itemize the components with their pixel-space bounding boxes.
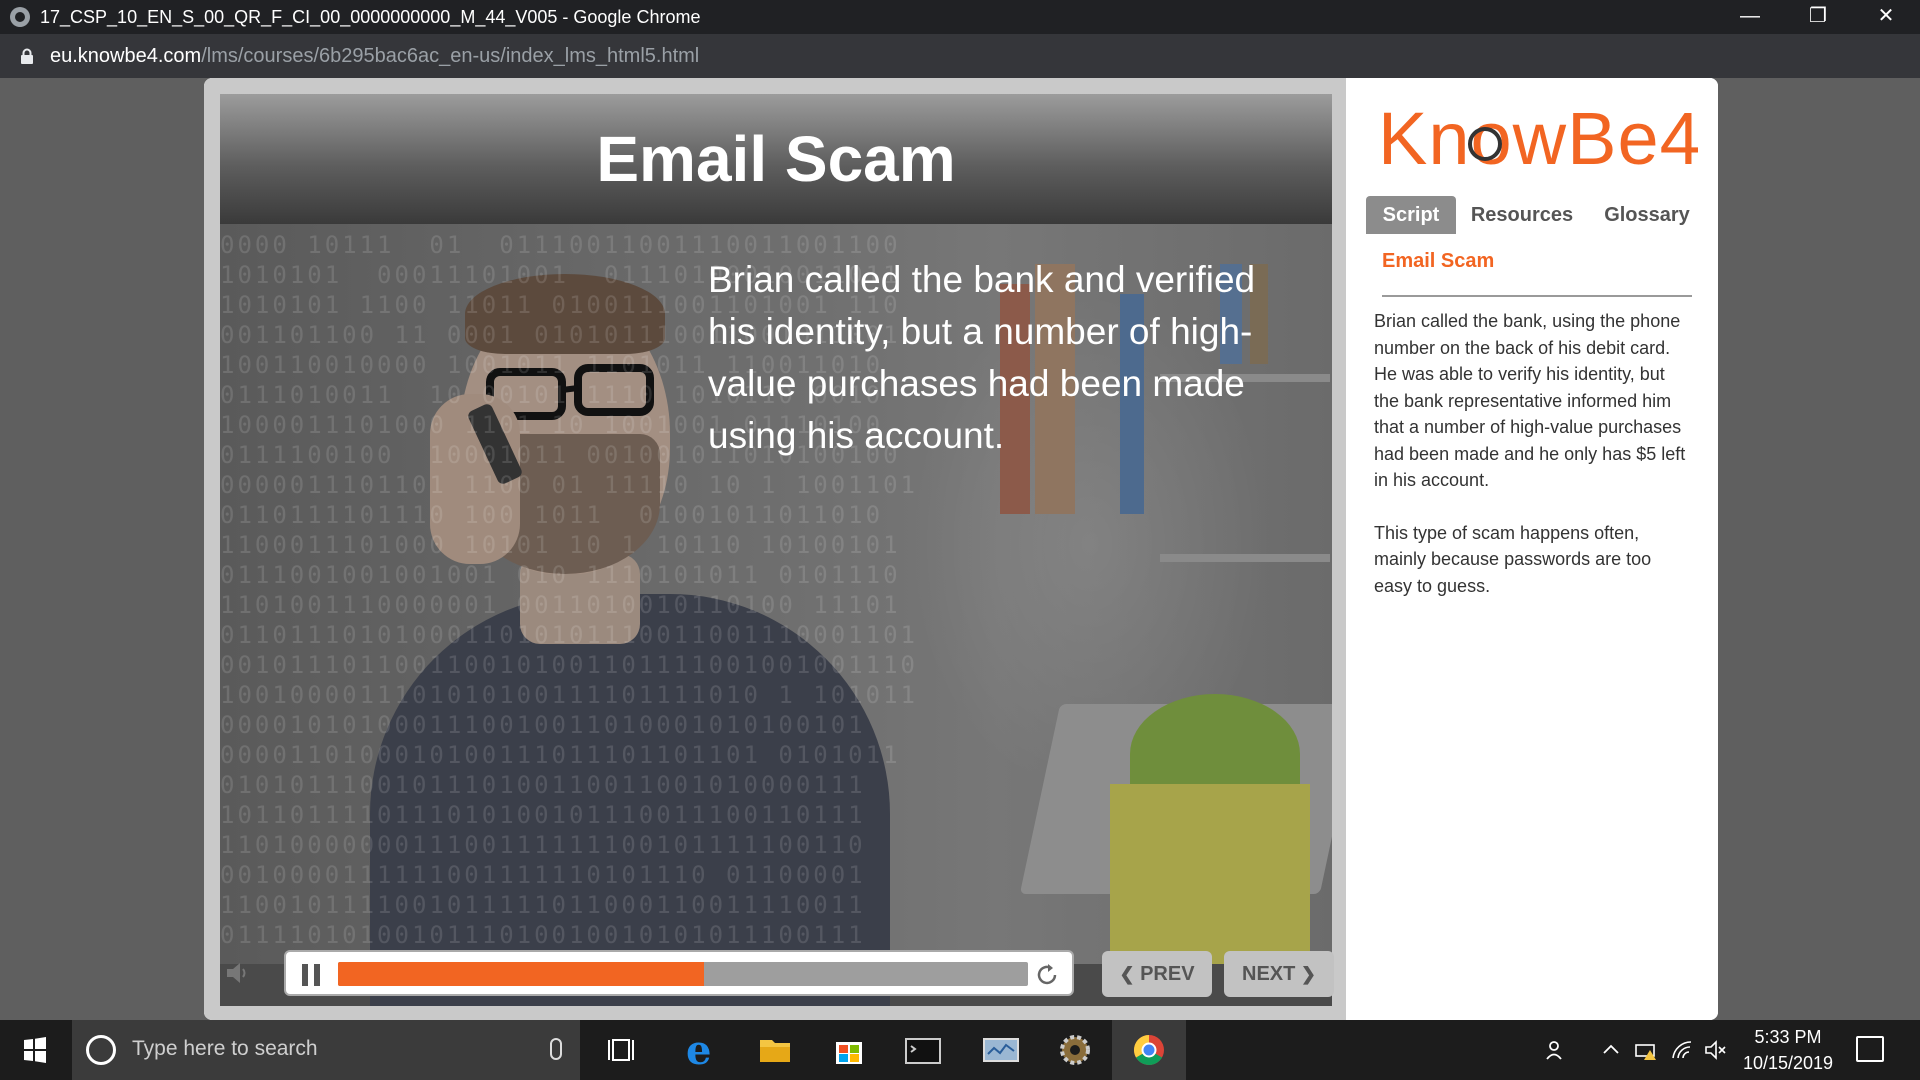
prev-label: PREV — [1140, 963, 1195, 985]
windows-taskbar: Type here to search e 5:33 PM 10/15/2019 — [0, 1020, 1920, 1080]
tab-script[interactable]: Script — [1366, 196, 1456, 234]
search-placeholder: Type here to search — [132, 1037, 318, 1060]
address-bar[interactable]: eu.knowbe4.com/lms/courses/6b295bac6ac_e… — [0, 34, 1920, 78]
prev-button[interactable]: ❮ PREV — [1102, 951, 1212, 997]
control-panel-icon[interactable] — [964, 1020, 1038, 1080]
script-heading: Email Scam — [1382, 250, 1495, 272]
notification-center-icon[interactable] — [1856, 1036, 1884, 1062]
clock-time: 5:33 PM — [1754, 1027, 1822, 1047]
chevron-left-icon: ❮ — [1119, 964, 1135, 984]
seek-track[interactable] — [338, 962, 1028, 986]
close-button[interactable]: ✕ — [1852, 0, 1920, 34]
volume-icon[interactable] — [224, 960, 250, 986]
restore-button[interactable]: ❐ — [1784, 0, 1852, 34]
slide-header: Email Scam — [220, 94, 1332, 224]
script-paragraph: This type of scam happens often, mainly … — [1374, 522, 1652, 596]
playback-bar — [284, 950, 1074, 996]
battery-warning-icon[interactable] — [1634, 1038, 1660, 1062]
course-player: Email Scam 0000 10111 01 011100110011100… — [204, 78, 1718, 1020]
slide: Email Scam 0000 10111 01 011100110011100… — [220, 94, 1332, 1006]
slide-narration-text: Brian called the bank and verified his i… — [708, 259, 1256, 456]
divider — [1382, 295, 1692, 297]
script-body: Brian called the bank, using the phone n… — [1374, 308, 1694, 625]
slide-photo: 0000 10111 01 01110011001110011001100 10… — [220, 224, 1332, 1006]
edge-icon[interactable]: e — [664, 1020, 738, 1080]
microsoft-store-icon[interactable] — [812, 1020, 886, 1080]
terminal-icon[interactable] — [886, 1020, 960, 1080]
task-view-icon[interactable] — [586, 1020, 660, 1080]
lock-icon — [21, 48, 33, 64]
chevron-right-icon: ❯ — [1300, 964, 1316, 984]
next-button[interactable]: NEXT ❯ — [1224, 951, 1334, 997]
taskbar-search[interactable]: Type here to search — [72, 1020, 580, 1080]
people-icon[interactable] — [1544, 1038, 1570, 1062]
seek-progress-fill — [338, 962, 704, 986]
url-host: eu.knowbe4.com — [50, 45, 202, 67]
minimize-button[interactable]: — — [1716, 0, 1784, 34]
tab-glossary[interactable]: Glossary — [1588, 196, 1706, 234]
pause-icon[interactable] — [302, 964, 322, 986]
system-clock[interactable]: 5:33 PM 10/15/2019 — [1730, 1024, 1846, 1076]
volume-muted-icon[interactable] — [1704, 1038, 1730, 1062]
script-sidebar: KnowBe4 Script Resources Glossary Email … — [1346, 78, 1718, 1020]
svg-text:e: e — [686, 1027, 711, 1074]
cortana-icon — [86, 1035, 116, 1065]
windows-start-icon[interactable] — [0, 1020, 70, 1080]
site-favicon-icon — [10, 7, 30, 27]
window-title: 17_CSP_10_EN_S_00_QR_F_CI_00_0000000000_… — [40, 7, 701, 27]
url-text[interactable]: eu.knowbe4.com/lms/courses/6b295bac6ac_e… — [50, 45, 699, 68]
file-explorer-icon[interactable] — [738, 1020, 812, 1080]
url-path: /lms/courses/6b295bac6ac_en-us/index_lms… — [201, 45, 700, 67]
script-paragraph: Brian called the bank, using the phone n… — [1374, 311, 1686, 490]
brand-text: KnowBe4 — [1378, 98, 1698, 178]
wifi-icon[interactable] — [1670, 1038, 1696, 1062]
replay-icon[interactable] — [1034, 962, 1060, 988]
slide-title: Email Scam — [596, 123, 956, 195]
chrome-icon[interactable] — [1112, 1020, 1186, 1080]
slide-stage: Email Scam 0000 10111 01 011100110011100… — [204, 78, 1346, 1020]
knowbe4-logo: KnowBe4 — [1378, 98, 1698, 178]
chevron-up-icon[interactable] — [1598, 1038, 1624, 1062]
microphone-icon[interactable] — [550, 1038, 562, 1060]
settings-gear-icon[interactable] — [1038, 1020, 1112, 1080]
next-label: NEXT — [1242, 963, 1296, 985]
browser-titlebar: 17_CSP_10_EN_S_00_QR_F_CI_00_0000000000_… — [0, 0, 1920, 34]
clock-date: 10/15/2019 — [1742, 1053, 1834, 1073]
tab-resources[interactable]: Resources — [1462, 196, 1582, 234]
